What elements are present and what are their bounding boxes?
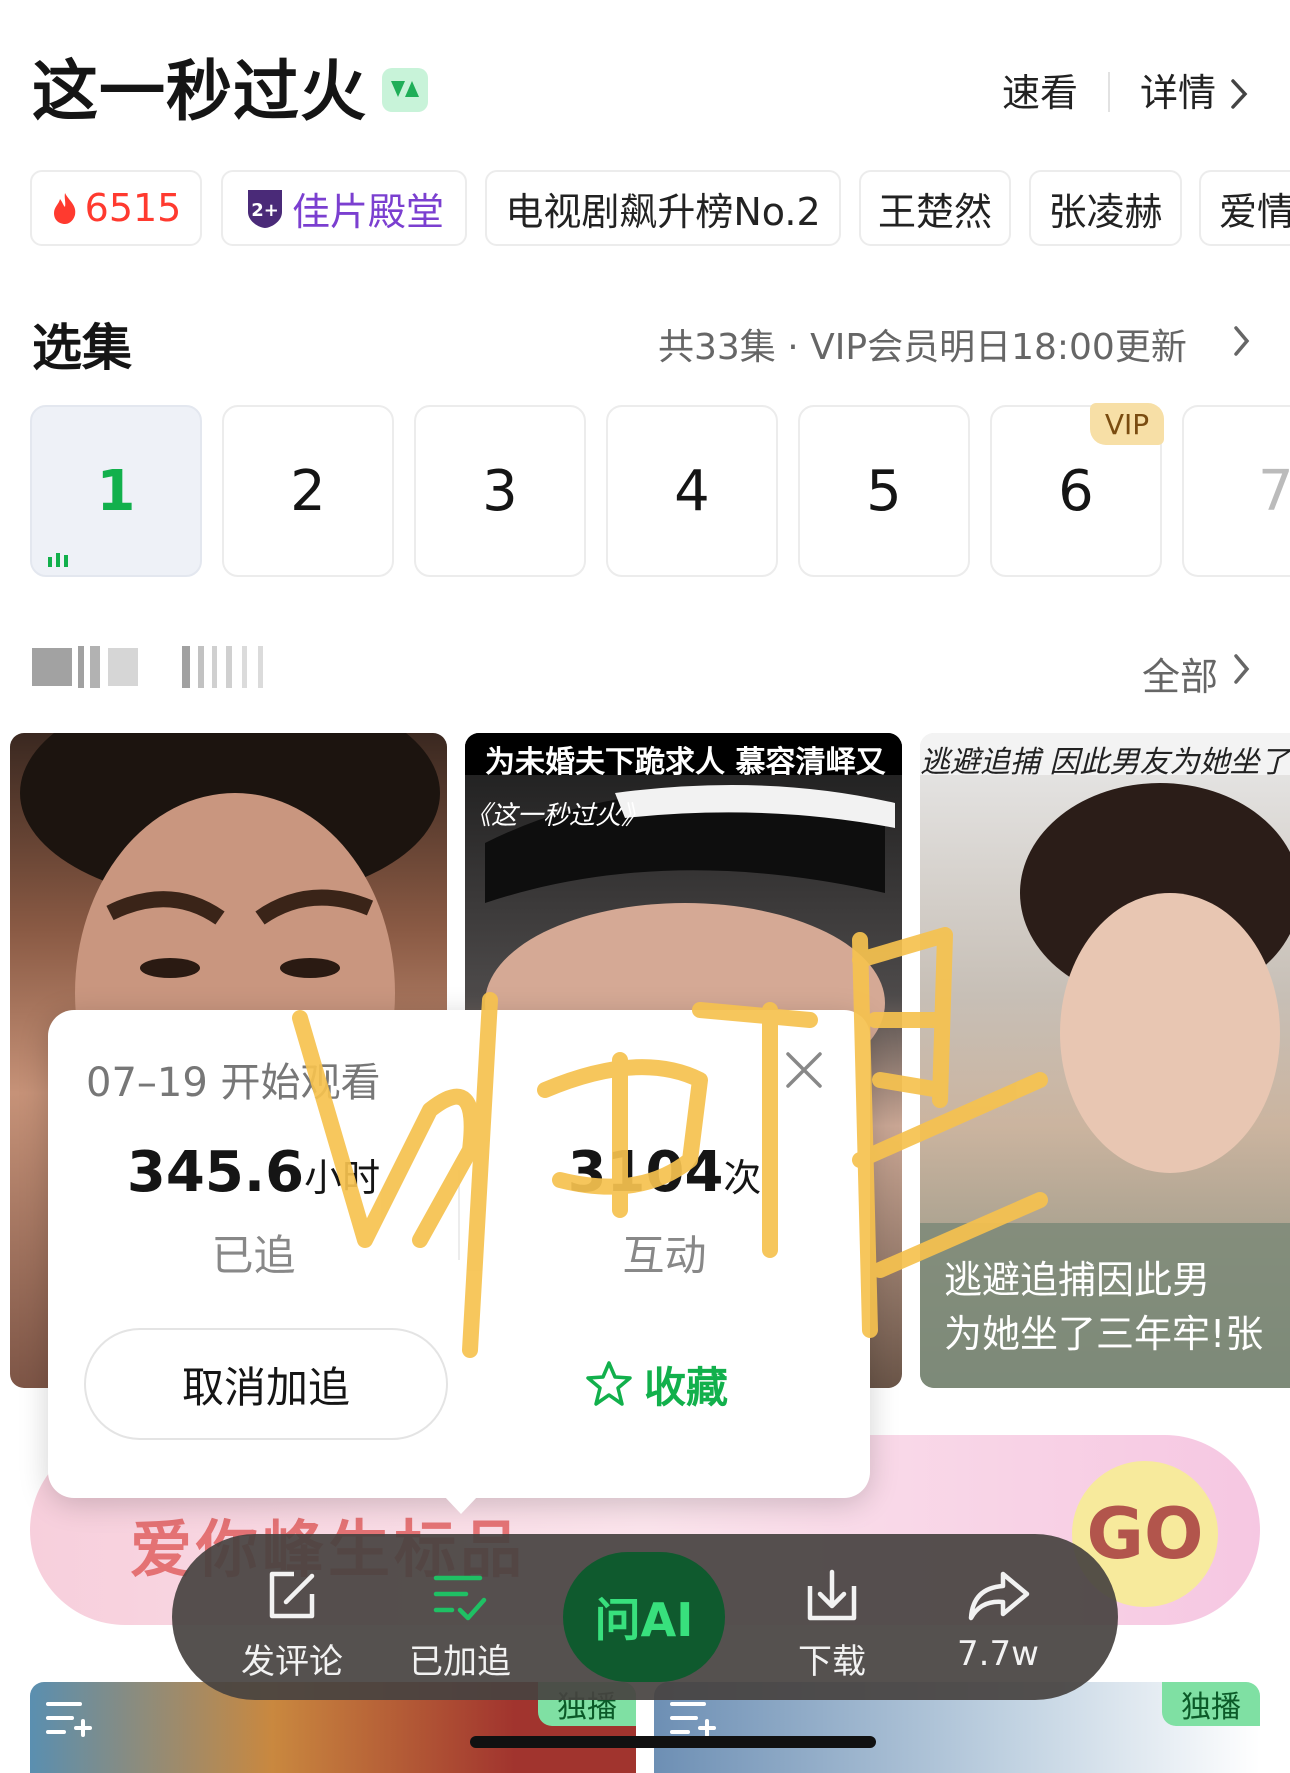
- card-overlay-title: 逃避追捕 因此男友为她坐了三: [920, 745, 1290, 780]
- svg-text:2+: 2+: [251, 200, 279, 221]
- watch-time-label: 已追: [211, 1231, 296, 1280]
- cancel-follow-button[interactable]: 取消加追: [84, 1328, 448, 1440]
- rank-tag[interactable]: 电视剧飙升榜No.2: [485, 170, 841, 246]
- home-indicator: [470, 1736, 876, 1748]
- header-divider: [1108, 72, 1110, 112]
- episode-1[interactable]: 1: [30, 405, 202, 577]
- followed-list-icon: [433, 1575, 487, 1621]
- see-all-link[interactable]: 全部: [1142, 646, 1218, 701]
- card-caption: 逃避追捕因此男 为她坐了三年牢!张: [944, 1258, 1264, 1356]
- fire-icon: [53, 193, 75, 224]
- watch-time-value: 345.6: [126, 1140, 305, 1205]
- exclusive-badge: 独播: [1162, 1682, 1260, 1726]
- chevron-right-icon: [1228, 76, 1250, 116]
- card-overlay-title: 为未婚夫下跪求人 慕容清峄又: [485, 745, 886, 780]
- episode-number: 6: [1058, 458, 1094, 524]
- interaction-stat: 3104次: [459, 1140, 870, 1205]
- ask-ai-button[interactable]: 问AI: [563, 1552, 725, 1682]
- hall-tag[interactable]: 2+ 佳片殿堂: [221, 170, 467, 246]
- favorite-button[interactable]: 收藏: [474, 1328, 838, 1440]
- follow-popup: 07–19 开始观看 345.6小时 已追 3104次 互动 取消加追 收藏: [48, 1010, 870, 1498]
- episode-5[interactable]: 5: [798, 405, 970, 577]
- card-show-name: 《这一秒过火》: [465, 801, 648, 831]
- share-count: 7.7w: [957, 1634, 1039, 1674]
- heat-tag[interactable]: 6515: [30, 170, 202, 246]
- vip-badge: VIP: [1090, 403, 1164, 445]
- episode-2[interactable]: 2: [222, 405, 394, 577]
- interaction-value: 3104: [567, 1140, 724, 1205]
- episode-number: 7: [1258, 458, 1290, 524]
- edit-icon: [269, 1571, 315, 1619]
- comment-button[interactable]: 发评论: [222, 1568, 362, 1683]
- share-icon: [968, 1571, 1030, 1621]
- download-button[interactable]: 下载: [762, 1568, 902, 1683]
- playing-bars-icon: [48, 553, 68, 567]
- interaction-unit: 次: [723, 1156, 762, 1200]
- genre-tag-label: 爱情: [1219, 189, 1290, 234]
- following-label: 已加追: [409, 1642, 511, 1682]
- watch-time-unit: 小时: [304, 1156, 381, 1200]
- popup-pointer: [444, 1496, 478, 1514]
- episode-number: 4: [674, 458, 710, 524]
- download-icon: [807, 1569, 857, 1621]
- actor-tag-label: 张凌赫: [1048, 189, 1163, 234]
- episode-7[interactable]: 7: [1182, 405, 1290, 577]
- comment-label: 发评论: [241, 1642, 343, 1682]
- episode-number: 2: [290, 458, 326, 524]
- following-button[interactable]: 已加追: [390, 1568, 530, 1683]
- page-title: 这一秒过火: [32, 53, 367, 130]
- watch-time-stat: 345.6小时: [48, 1140, 459, 1205]
- hall-badge-icon: 2+: [247, 190, 282, 228]
- episode-3[interactable]: 3: [414, 405, 586, 577]
- star-icon: [586, 1361, 632, 1406]
- interaction-label: 互动: [622, 1231, 707, 1280]
- episodes-title: 选集: [32, 319, 132, 377]
- video-card-3[interactable]: 逃避追捕 因此男友为她坐了三 逃避追捕因此男 为她坐了三年牢!张: [920, 733, 1290, 1388]
- close-icon[interactable]: [784, 1050, 824, 1090]
- rank-tag-label: 电视剧飙升榜No.2: [505, 189, 821, 234]
- actor-tag-label: 王楚然: [877, 189, 992, 234]
- chevron-right-icon: [1232, 652, 1252, 690]
- genre-tag[interactable]: 爱情: [1199, 170, 1290, 246]
- hall-tag-label: 佳片殿堂: [291, 189, 444, 234]
- add-list-icon: [46, 1702, 92, 1737]
- episode-number: 1: [96, 458, 136, 524]
- actor-tag-zhang[interactable]: 张凌赫: [1029, 170, 1182, 246]
- episode-number: 5: [866, 458, 902, 524]
- heat-count: 6515: [84, 186, 182, 230]
- share-button[interactable]: 7.7w: [928, 1568, 1068, 1674]
- episodes-meta[interactable]: 共33集 · VIP会员明日18:00更新: [658, 318, 1187, 370]
- blurred-section-title: [32, 642, 280, 692]
- actor-tag-wang[interactable]: 王楚然: [859, 170, 1011, 246]
- episode-4[interactable]: 4: [606, 405, 778, 577]
- vip-tag-icon: [382, 68, 428, 112]
- download-label: 下载: [798, 1642, 866, 1682]
- quick-view-link[interactable]: 速看: [1002, 68, 1078, 118]
- popup-start-date: 07–19 开始观看: [86, 1060, 381, 1106]
- chevron-right-icon: [1232, 324, 1252, 362]
- episode-number: 3: [482, 458, 518, 524]
- favorite-label: 收藏: [643, 1362, 728, 1412]
- details-link[interactable]: 详情: [1140, 68, 1216, 118]
